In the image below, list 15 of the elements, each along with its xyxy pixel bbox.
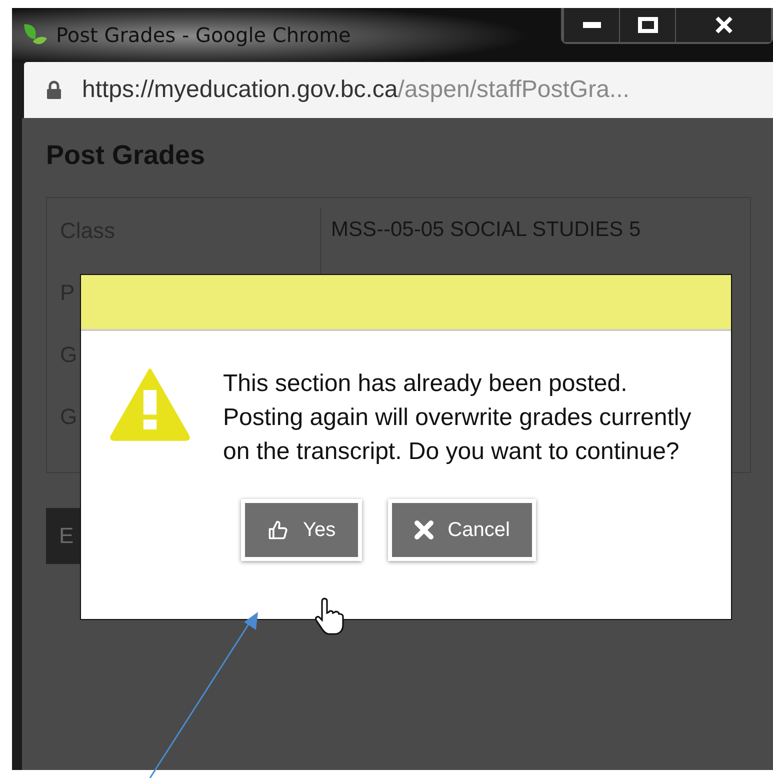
url-text: https://myeducation.gov.bc.ca/aspen/staffPostGra... xyxy=(82,76,630,104)
close-icon xyxy=(414,520,434,540)
close-icon xyxy=(714,16,732,34)
close-button[interactable] xyxy=(675,8,771,42)
lock-icon xyxy=(46,80,62,100)
minimize-icon xyxy=(582,22,600,28)
minimize-button[interactable] xyxy=(563,8,619,42)
thumbs-up-icon xyxy=(267,519,289,541)
dialog-message: This section has already been posted. Posting again will overwrite grades currently on the transcript. Do you want to continue? xyxy=(223,369,692,467)
address-bar[interactable]: https://myeducation.gov.bc.ca/aspen/staffPostGra... xyxy=(24,62,773,118)
page-heading: Post Grades xyxy=(46,140,206,171)
maximize-icon xyxy=(638,17,658,33)
window-title: Post Grades - Google Chrome xyxy=(56,23,351,47)
maximize-button[interactable] xyxy=(619,8,675,42)
warning-icon xyxy=(109,367,191,441)
